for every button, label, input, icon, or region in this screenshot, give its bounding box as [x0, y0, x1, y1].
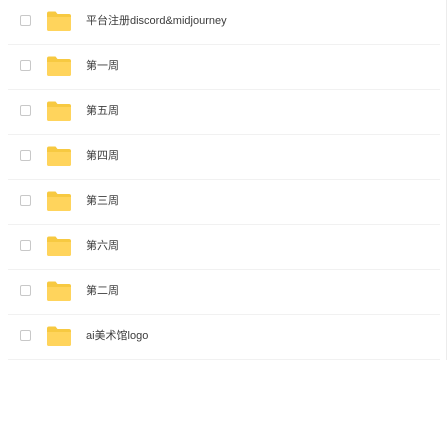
- folder-icon: [46, 325, 72, 347]
- file-name[interactable]: 第四周: [86, 149, 119, 163]
- folder-icon: [46, 235, 72, 257]
- file-rows: 平台注册discord&midjourney 第一周 第五周 第四周 第三周 第…: [8, 0, 440, 360]
- list-item[interactable]: 第一周: [8, 45, 440, 90]
- empty-list-area: [0, 360, 447, 435]
- checkbox-icon[interactable]: [20, 195, 31, 206]
- file-name[interactable]: 第五周: [86, 104, 119, 118]
- list-item[interactable]: 第三周: [8, 180, 440, 225]
- folder-icon: [46, 55, 72, 77]
- checkbox-icon[interactable]: [20, 15, 31, 26]
- checkbox-icon[interactable]: [20, 285, 31, 296]
- file-list: 平台注册discord&midjourney 第一周 第五周 第四周 第三周 第…: [0, 0, 447, 435]
- file-name[interactable]: 平台注册discord&midjourney: [86, 14, 227, 28]
- list-item[interactable]: ai美术馆logo: [8, 315, 440, 360]
- folder-svg: [47, 146, 71, 166]
- folder-svg: [47, 11, 71, 31]
- file-name[interactable]: ai美术馆logo: [86, 329, 148, 343]
- list-item[interactable]: 第二周: [8, 270, 440, 315]
- checkbox-icon[interactable]: [20, 105, 31, 116]
- folder-icon: [46, 100, 72, 122]
- checkbox-icon[interactable]: [20, 150, 31, 161]
- folder-icon: [46, 280, 72, 302]
- folder-svg: [47, 236, 71, 256]
- folder-icon: [46, 145, 72, 167]
- folder-svg: [47, 56, 71, 76]
- checkbox-icon[interactable]: [20, 60, 31, 71]
- folder-icon: [46, 190, 72, 212]
- file-name[interactable]: 第二周: [86, 284, 119, 298]
- checkbox-icon[interactable]: [20, 330, 31, 341]
- folder-svg: [47, 281, 71, 301]
- list-item[interactable]: 平台注册discord&midjourney: [8, 0, 440, 45]
- file-name[interactable]: 第六周: [86, 239, 119, 253]
- file-name[interactable]: 第一周: [86, 59, 119, 73]
- folder-svg: [47, 191, 71, 211]
- list-item[interactable]: 第六周: [8, 225, 440, 270]
- folder-icon: [46, 10, 72, 32]
- list-item[interactable]: 第五周: [8, 90, 440, 135]
- folder-svg: [47, 326, 71, 346]
- folder-svg: [47, 101, 71, 121]
- file-name[interactable]: 第三周: [86, 194, 119, 208]
- list-item[interactable]: 第四周: [8, 135, 440, 180]
- checkbox-icon[interactable]: [20, 240, 31, 251]
